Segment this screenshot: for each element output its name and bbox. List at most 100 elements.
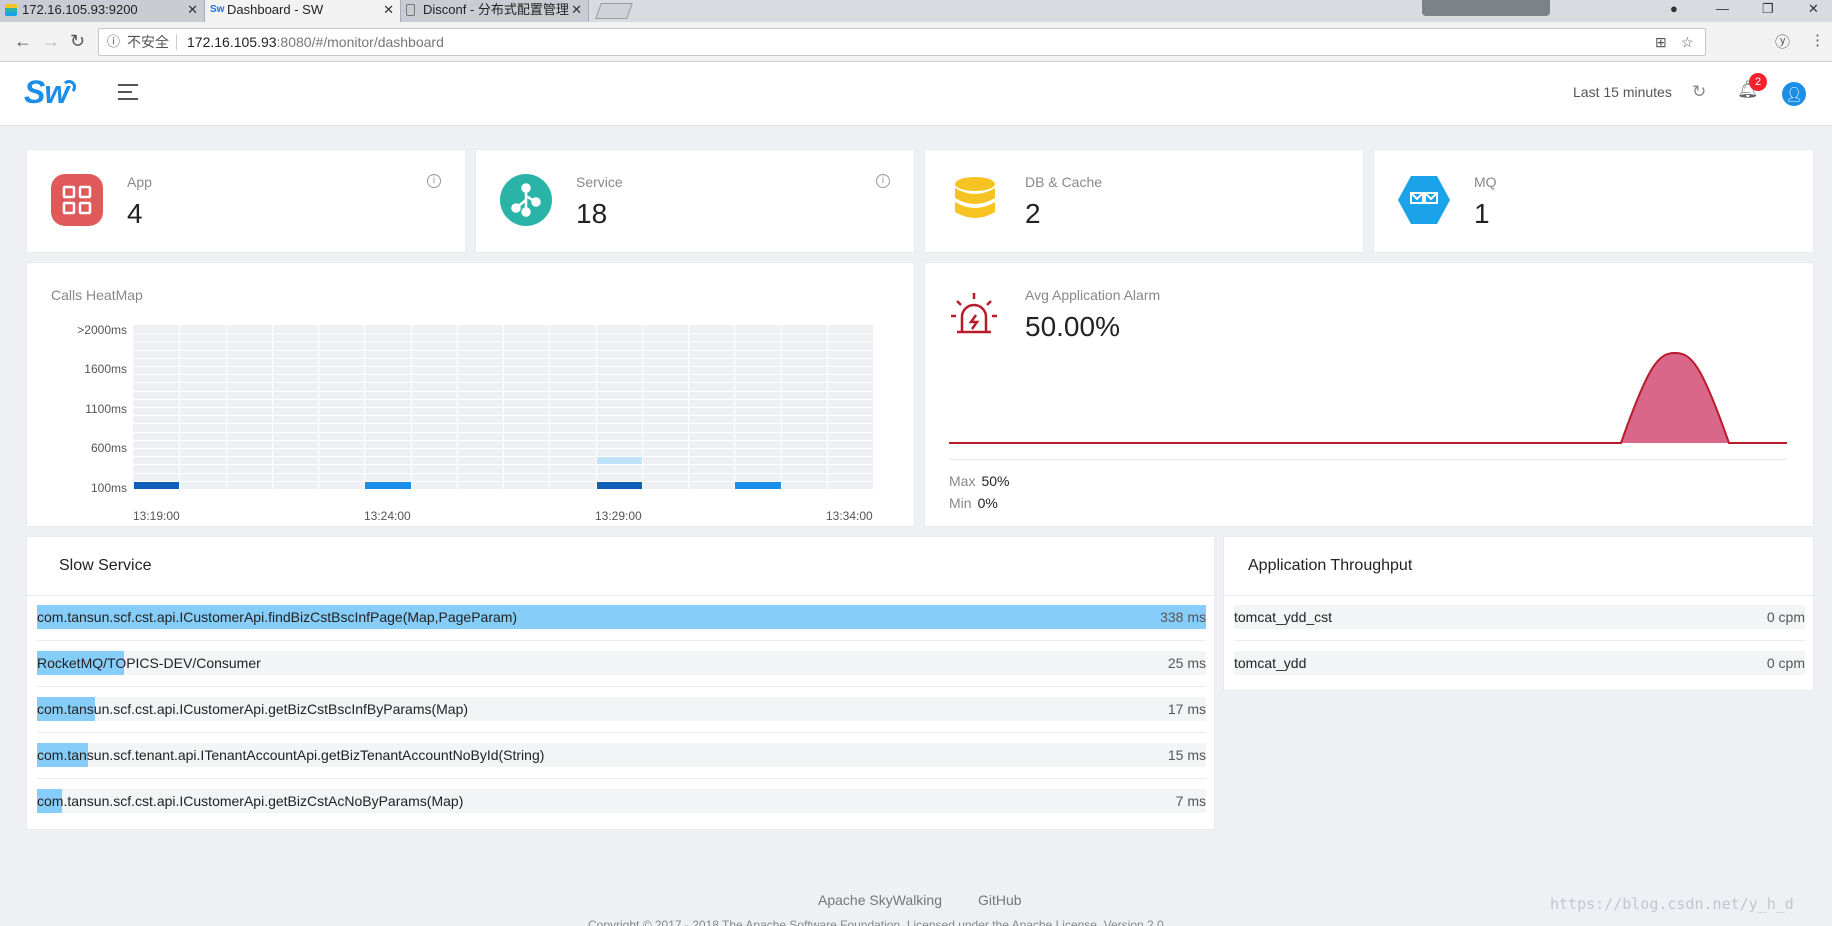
close-window-icon[interactable]: ✕ [1808, 0, 1819, 18]
slow-service-name: com.tansun.scf.cst.api.ICustomerApi.getB… [37, 793, 464, 809]
address-bar-row: ← → ↻ ⓘ 不安全 172.16.105.93:8080/#/monitor… [0, 22, 1832, 62]
skywalking-logo[interactable]: Sw [24, 74, 76, 111]
profile-icon[interactable]: ● [1670, 0, 1678, 18]
slow-service-row[interactable]: com.tansun.scf.cst.api.ICustomerApi.getB… [37, 789, 1206, 813]
browser-tab-dashboard[interactable]: Sw Dashboard - SW ✕ [205, 0, 401, 22]
browser-tab-bar: 172.16.105.93:9200 ✕ Sw Dashboard - SW ✕… [0, 0, 1832, 22]
heatmap-gridline [133, 415, 873, 417]
tab-favicon-icon [406, 4, 415, 16]
new-tab-button[interactable] [595, 3, 633, 19]
heatmap-x-label: 13:24:00 [364, 509, 411, 523]
throughput-app-name: tomcat_ydd [1234, 655, 1307, 671]
throughput-row[interactable]: tomcat_ydd_cst 0 cpm [1234, 605, 1805, 629]
footer-link-github[interactable]: GitHub [978, 892, 1022, 908]
tab-close-icon[interactable]: ✕ [571, 0, 582, 20]
heatmap-grid[interactable] [133, 325, 873, 489]
window-grip [1422, 0, 1550, 16]
heatmap-title: Calls HeatMap [51, 287, 143, 303]
refresh-icon[interactable]: ↻ [1692, 82, 1706, 102]
slow-service-title: Slow Service [59, 557, 152, 574]
slow-service-row[interactable]: RocketMQ/TOPICS-DEV/Consumer 25 ms [37, 651, 1206, 675]
divider [176, 34, 177, 50]
heatmap-gridline [133, 439, 873, 441]
heatmap-cell[interactable] [596, 481, 642, 489]
slow-service-value: 17 ms [1167, 701, 1206, 717]
heatmap-cell[interactable] [134, 481, 180, 489]
alarm-max: Max 50% [949, 473, 1009, 489]
alarm-max-label: Max [949, 473, 976, 489]
heatmap-gridline [133, 382, 873, 384]
heatmap-gridline [133, 431, 873, 433]
heatmap-gridline [133, 366, 873, 367]
slow-service-name: com.tansun.scf.cst.api.ICustomerApi.getB… [37, 701, 469, 717]
browser-tab-disconf[interactable]: Disconf - 分布式配置管理 ✕ [401, 0, 589, 22]
stat-label: App [127, 174, 152, 190]
menu-toggle-icon[interactable] [118, 84, 138, 100]
alarm-siren-icon [951, 293, 997, 334]
watermark: https://blog.csdn.net/y_h_d [1550, 895, 1794, 913]
heatmap-x-label: 13:34:00 [826, 509, 873, 523]
alarm-min-value: 0% [977, 495, 998, 511]
throughput-app-name: tomcat_ydd_cst [1234, 609, 1333, 625]
time-range-selector[interactable]: Last 15 minutes [1573, 84, 1672, 100]
bookmark-star-icon[interactable]: ☆ [1681, 29, 1694, 55]
translate-icon[interactable]: ⊞ [1655, 29, 1667, 55]
heatmap-gridline [133, 407, 873, 408]
back-arrow-icon[interactable]: ← [14, 30, 32, 52]
heatmap-y-label: >2000ms [77, 323, 127, 337]
calls-heatmap-card: Calls HeatMap >2000ms 1600ms 1100ms 600m… [26, 262, 915, 527]
info-circle-icon[interactable]: ⓘ [107, 29, 120, 55]
divider [37, 732, 1206, 733]
info-icon[interactable]: i [876, 174, 890, 188]
throughput-row[interactable]: tomcat_ydd 0 cpm [1234, 651, 1805, 675]
url-input[interactable]: ⓘ 不安全 172.16.105.93:8080/#/monitor/dashb… [98, 28, 1706, 56]
slow-service-row[interactable]: com.tansun.scf.tenant.api.ITenantAccount… [37, 743, 1206, 767]
slow-service-row[interactable]: com.tansun.scf.cst.api.ICustomerApi.getB… [37, 697, 1206, 721]
browser-menu-icon[interactable]: ⋮ [1810, 31, 1825, 49]
tab-title: 172.16.105.93:9200 [22, 2, 138, 17]
mq-envelope-icon [1398, 176, 1450, 224]
divider [37, 778, 1206, 779]
tab-close-icon[interactable]: ✕ [187, 0, 198, 20]
slow-service-value: 15 ms [1167, 747, 1206, 763]
heatmap-cell[interactable] [365, 481, 411, 489]
stat-card-service[interactable]: Service 18 i [475, 149, 915, 253]
heatmap-cell[interactable] [735, 481, 781, 489]
stat-value: 1 [1474, 198, 1490, 229]
divider [37, 686, 1206, 687]
heatmap-x-label: 13:29:00 [595, 509, 642, 523]
user-avatar-icon[interactable]: 👤︎ [1782, 82, 1806, 106]
restore-icon[interactable]: ❐ [1762, 0, 1774, 18]
info-icon[interactable]: i [427, 174, 441, 188]
minimize-icon[interactable]: — [1716, 0, 1729, 18]
slow-service-row[interactable]: com.tansun.scf.cst.api.ICustomerApi.find… [37, 605, 1206, 629]
stat-value: 18 [576, 198, 608, 229]
extension-icon[interactable]: ⓨ [1775, 31, 1790, 52]
notification-badge: 2 [1749, 73, 1767, 91]
stat-label: DB & Cache [1025, 174, 1103, 190]
heatmap-gridline [133, 349, 873, 351]
alarm-trend-chart[interactable] [949, 343, 1787, 453]
tab-close-icon[interactable]: ✕ [383, 0, 394, 20]
alarm-value: 50.00% [1025, 311, 1120, 342]
security-status: 不安全 [127, 34, 169, 50]
throughput-value: 0 cpm [1766, 609, 1805, 625]
heatmap-cell[interactable] [596, 457, 642, 465]
footer-link-skywalking[interactable]: Apache SkyWalking [818, 892, 942, 908]
alarm-min: Min 0% [949, 495, 998, 511]
stat-label: MQ [1474, 174, 1497, 190]
forward-arrow-icon[interactable]: → [42, 30, 60, 52]
heatmap-gridline [133, 398, 873, 400]
browser-tab-elasticsearch[interactable]: 172.16.105.93:9200 ✕ [0, 0, 205, 22]
slow-service-name: RocketMQ/TOPICS-DEV/Consumer [37, 655, 261, 671]
logo-text: Sw [24, 74, 69, 110]
stat-card-mq[interactable]: MQ 1 [1373, 149, 1814, 253]
stat-card-app[interactable]: App 4 i [26, 149, 466, 253]
slow-service-value: 338 ms [1160, 609, 1206, 625]
divider [949, 459, 1787, 460]
stat-card-db-cache[interactable]: DB & Cache 2 [924, 149, 1364, 253]
tab-favicon-icon [5, 4, 17, 16]
reload-page-icon[interactable]: ↻ [70, 30, 85, 52]
divider [1224, 595, 1813, 596]
heatmap-gridline [133, 357, 873, 359]
